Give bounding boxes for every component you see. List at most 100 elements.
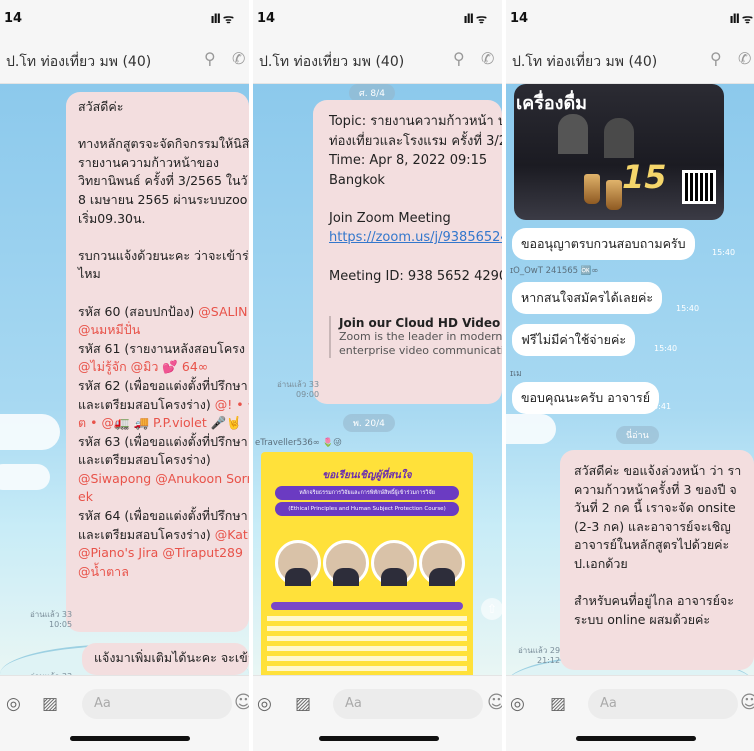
message-bubble[interactable]: ขออนุญาตรบกวนสอบถามครับ <box>512 228 695 260</box>
message-input[interactable]: Aa <box>82 689 232 719</box>
poster-title: ขอเรียนเชิญผู้ที่สนใจ <box>322 470 412 481</box>
drinks-course-photo[interactable]: เครื่องดื่ม 15 <box>514 84 724 220</box>
chat-header: ป.โท ท่องเที่ยว มพ (40) ⚲ ✆ <box>506 34 754 84</box>
camera-icon[interactable]: ◎ <box>6 694 21 714</box>
camera-icon[interactable]: ◎ <box>257 694 272 714</box>
home-indicator <box>319 736 439 741</box>
date-separator: พ. 20/4 <box>343 414 395 432</box>
message-line: ทางหลักสูตรจะจัดกิจกรรมให้นิสิ <box>78 136 249 152</box>
cloud-decoration <box>506 414 556 444</box>
zoom-message-bubble[interactable]: Topic: รายงานความก้าวหน้า ปท่องเที่ยวและ… <box>313 100 502 404</box>
message-time: 15:40 <box>712 248 736 257</box>
message-bubble[interactable]: ฟรีไม่มีค่าใช้จ่ายค่ะ <box>512 324 636 356</box>
emoji-icon[interactable]: ☺ <box>234 692 249 713</box>
mention-link[interactable]: @น้ำตาล <box>78 564 129 579</box>
sender-name: ɪO_OwT 241565 🆗∞ <box>510 266 599 276</box>
message-text: ขอบคุณนะครับ อาจารย์ <box>521 390 651 405</box>
message-bubble[interactable]: สวัสดีค่ะทางหลักสูตรจะจัดกิจกรรมให้นิสิร… <box>66 92 249 632</box>
phone-icon[interactable]: ✆ <box>232 49 245 68</box>
message-text: หากสนใจสมัครได้เลยค่ะ <box>521 290 654 305</box>
phone-icon[interactable]: ✆ <box>481 49 494 68</box>
message-input[interactable]: Aa <box>588 689 738 719</box>
chat-header: ป.โท ท่องเที่ยว มพ (40) ⚲ ✆ <box>253 34 502 84</box>
message-line: Bangkok <box>329 172 385 188</box>
sender-name: ɪเม <box>510 369 522 379</box>
camera-icon[interactable]: ◎ <box>510 694 525 714</box>
message-line: (2-3 กค) และอาจารย์จะเชิญ <box>574 518 731 534</box>
message-input[interactable]: Aa <box>333 689 483 719</box>
code-line: รหัส 60 (สอบปกป้อง) @SALIN <box>78 303 249 322</box>
input-bar: ◎ ▨ Aa ☺ <box>253 675 502 751</box>
input-bar: ◎ ▨ Aa ☺ <box>0 675 249 751</box>
code-line: ek <box>78 488 249 507</box>
message-time: 21:12 <box>536 656 561 665</box>
emoji-icon[interactable]: ☺ <box>740 692 754 713</box>
home-indicator <box>70 736 190 741</box>
chat-header: ป.โท ท่องเที่ยว มพ (40) ⚲ ✆ <box>0 34 249 84</box>
emoji-icon[interactable]: ☺ <box>487 692 502 713</box>
phone-icon[interactable]: ✆ <box>738 49 751 68</box>
mention-link[interactable]: @นมหมีปั่น <box>78 322 140 337</box>
share-icon[interactable]: ⇧ <box>481 598 502 620</box>
message-line: Time: Apr 8, 2022 09:15 <box>329 153 488 168</box>
mention-link[interactable]: @! • ร <box>215 397 249 412</box>
mention-link[interactable]: @SALIN <box>198 304 247 319</box>
person-figure <box>604 118 634 158</box>
input-bar: ◎ ▨ Aa ☺ <box>506 675 754 751</box>
message-bubble-2[interactable]: แจ้งมาเพิ่มเติมได้นะคะ จะเข้า <box>82 643 249 675</box>
image-icon[interactable]: ▨ <box>295 694 311 714</box>
message-line: Topic: รายงานความก้าวหน้า ป <box>329 114 502 129</box>
mention-link[interactable]: @Siwapong @Anukoon Sorr <box>78 471 249 486</box>
mention-link[interactable]: ต • @🚛 🚚 P.P.violet 🎤🤘 <box>78 415 242 430</box>
chat-title[interactable]: ป.โท ท่องเที่ยว มพ (40) <box>512 51 657 73</box>
message-text: สวัสดีค่ะ ขอแจ้งล่วงหน้า ว่า รา ความก้าวห… <box>574 462 754 629</box>
code-line: @น้ำตาล <box>78 563 249 582</box>
message-line: ป.เอกด้วย <box>574 555 628 571</box>
mention-link[interactable]: @ไม่รู้จัก @มิว 💕 64∞ <box>78 359 208 374</box>
message-line: อาจารย์ในหลักสูตรไปด้วยค่ะ <box>574 537 730 553</box>
drink-glass <box>606 180 622 210</box>
cloud-decoration <box>0 414 60 450</box>
code-line: และเตรียมสอบโครงร่าง) @Kati <box>78 526 249 545</box>
announcement-bubble[interactable]: สวัสดีค่ะ ขอแจ้งล่วงหน้า ว่า รา ความก้าวห… <box>560 450 754 670</box>
status-time: 14 <box>510 11 529 26</box>
code-label: และเตรียมสอบโครงร่าง) <box>78 396 215 412</box>
message-text: สวัสดีค่ะ ทางหลักสูตรจะจัดกิจกรรมให้นิสิร… <box>78 98 249 284</box>
message-line: สวัสดีค่ะ <box>78 99 124 114</box>
qr-code-image <box>682 170 716 204</box>
read-receipt: อ่านแล้ว 33 09:00 <box>277 380 319 400</box>
search-icon[interactable]: ⚲ <box>710 49 722 68</box>
message-line <box>78 228 249 247</box>
message-line: เริ่ม09.30น. <box>78 210 146 226</box>
code-line: และเตรียมสอบโครงร่าง) <box>78 451 249 470</box>
message-text: ขออนุญาตรบกวนสอบถามครับ <box>521 236 686 251</box>
message-time: 15:40 <box>676 304 700 313</box>
code-line: รหัส 61 (รายงานหลังสอบโครง <box>78 340 249 359</box>
code-label: รหัส 63 (เพื่อขอแต่งตั้งที่ปรึกษา <box>78 433 248 449</box>
read-count: อ่านแล้ว 29 <box>518 646 561 655</box>
message-text: Topic: รายงานความก้าวหน้า ปท่องเที่ยวและ… <box>329 112 502 228</box>
event-poster-image[interactable]: ขอเรียนเชิญผู้ที่สนใจ หลักจริยธรรมการวิจ… <box>261 452 473 680</box>
search-icon[interactable]: ⚲ <box>453 49 465 68</box>
code-line: @Piano's Jira @Tiraput289 <box>78 544 249 563</box>
code-label: และเตรียมสอบโครงร่าง) <box>78 452 211 468</box>
code-label: และเตรียมสอบโครงร่าง) <box>78 526 215 542</box>
image-icon[interactable]: ▨ <box>550 694 566 714</box>
chat-title[interactable]: ป.โท ท่องเที่ยว มพ (40) <box>259 51 404 73</box>
read-receipt: อ่านแล้ว 29 21:12 <box>518 646 560 666</box>
code-line: รหัส 62 (เพื่อขอแต่งตั้งที่ปรึกษา <box>78 377 249 396</box>
chat-title[interactable]: ป.โท ท่องเที่ยว มพ (40) <box>6 51 151 73</box>
search-icon[interactable]: ⚲ <box>204 49 216 68</box>
drink-glass <box>584 174 600 204</box>
image-icon[interactable]: ▨ <box>42 694 58 714</box>
link-preview[interactable]: Join our Cloud HD Video Me Zoom is the l… <box>329 316 502 359</box>
message-line: 8 เมษายน 2565 ผ่านระบบzoo <box>78 191 248 207</box>
zoom-link[interactable]: https://zoom.us/j/93856524 <box>329 228 502 248</box>
message-bubble[interactable]: ขอบคุณนะครับ อาจารย์ <box>512 382 660 414</box>
mention-link[interactable]: @Piano's Jira @Tiraput289 <box>78 545 243 560</box>
message-line: สำหรับคนที่อยู่ไกล อาจารย์จะ <box>574 593 734 609</box>
mention-link[interactable]: ek <box>78 489 93 504</box>
preview-desc: Zoom is the leader in modern <box>339 330 502 344</box>
mention-link[interactable]: @Kati <box>215 527 249 542</box>
message-bubble[interactable]: หากสนใจสมัครได้เลยค่ะ <box>512 282 663 314</box>
